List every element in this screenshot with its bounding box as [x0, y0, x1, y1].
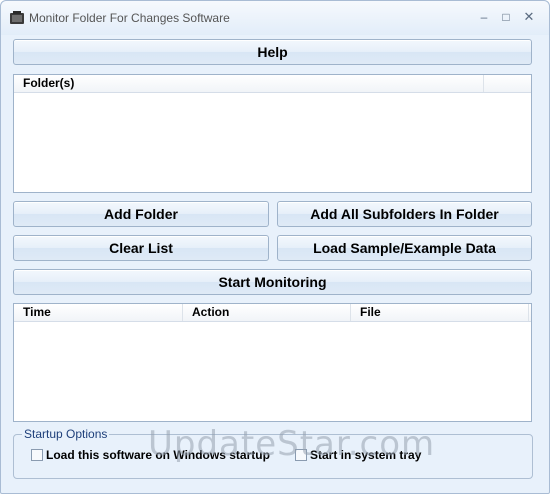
load-on-startup-checkbox[interactable] [31, 449, 43, 461]
watermark: UpdateStar.com [148, 424, 436, 464]
folders-list-header: Folder(s) [14, 75, 531, 93]
window-title: Monitor Folder For Changes Software [29, 11, 230, 25]
events-list[interactable]: Time Action File [13, 303, 532, 422]
startup-options-label: Startup Options [22, 427, 110, 441]
monitor-folder-app-icon [10, 11, 24, 24]
column-header-action[interactable]: Action [183, 304, 351, 321]
close-button[interactable]: ✕ [520, 9, 538, 25]
app-window: Monitor Folder For Changes Software – □ … [0, 0, 550, 494]
add-all-subfolders-button[interactable]: Add All Subfolders In Folder [277, 201, 532, 227]
folders-list[interactable]: Folder(s) [13, 74, 532, 193]
add-folder-button[interactable]: Add Folder [13, 201, 269, 227]
load-sample-data-button[interactable]: Load Sample/Example Data [277, 235, 532, 261]
start-monitoring-button[interactable]: Start Monitoring [13, 269, 532, 295]
title-bar[interactable]: Monitor Folder For Changes Software – □ … [1, 1, 549, 35]
column-header-file[interactable]: File [351, 304, 529, 321]
help-button[interactable]: Help [13, 39, 532, 65]
maximize-button[interactable]: □ [497, 9, 515, 25]
events-list-header: Time Action File [14, 304, 531, 322]
clear-list-button[interactable]: Clear List [13, 235, 269, 261]
minimize-button[interactable]: – [475, 9, 493, 25]
column-header-folders[interactable]: Folder(s) [14, 75, 484, 92]
column-header-time[interactable]: Time [14, 304, 183, 321]
